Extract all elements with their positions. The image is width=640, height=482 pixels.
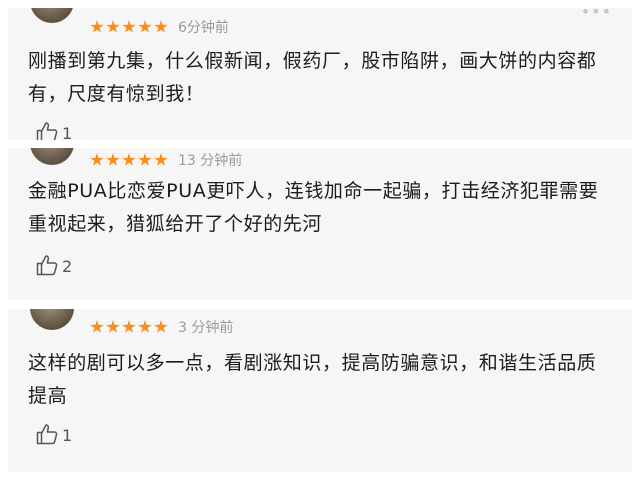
avatar[interactable] — [30, 309, 74, 330]
like-button[interactable]: 1 — [36, 423, 72, 445]
comment-meta: 13 分钟前 — [90, 152, 243, 169]
like-button[interactable]: 1 — [36, 121, 72, 140]
star-icon — [90, 320, 104, 333]
more-icon[interactable]: ••• — [581, 8, 612, 21]
comment-card: ••• 6分钟前 刚播到第九集，什么假新闻，假药厂，股市陷阱，画大饼的内容都有，… — [8, 8, 632, 140]
star-icon — [106, 153, 120, 166]
comment-text: 刚播到第九集，什么假新闻，假药厂，股市陷阱，画大饼的内容都有，尺度有惊到我！ — [28, 50, 597, 105]
star-icon — [154, 20, 168, 33]
star-icon — [90, 153, 104, 166]
star-icon — [122, 20, 136, 33]
comment-text: 这样的剧可以多一点，看剧涨知识，提高防骗意识，和谐生活品质提高 — [28, 352, 597, 407]
like-count: 1 — [62, 426, 73, 445]
thumbs-up-icon[interactable] — [36, 121, 60, 140]
thumbs-up-icon[interactable] — [36, 254, 60, 276]
star-icon — [106, 20, 120, 33]
avatar[interactable] — [30, 8, 74, 23]
like-count: 2 — [62, 257, 73, 276]
comment-time: 3 分钟前 — [178, 320, 234, 336]
comment-card: 13 分钟前 金融PUA比恋爱PUA更吓人，连钱加命一起骗，打击经济犯罪需要重视… — [8, 148, 632, 300]
star-icon — [138, 320, 152, 333]
comment-meta: 3 分钟前 — [90, 319, 234, 336]
like-button[interactable]: 2 — [36, 254, 72, 276]
star-icon — [154, 320, 168, 333]
rating-stars — [90, 320, 170, 334]
comment-card: 3 分钟前 这样的剧可以多一点，看剧涨知识，提高防骗意识，和谐生活品质提高 1 — [8, 309, 632, 472]
rating-stars — [90, 20, 170, 34]
star-icon — [106, 320, 120, 333]
star-icon — [138, 20, 152, 33]
star-icon — [122, 153, 136, 166]
like-count: 1 — [62, 124, 73, 141]
thumbs-up-icon[interactable] — [36, 423, 60, 445]
star-icon — [122, 320, 136, 333]
comment-meta: 6分钟前 — [90, 19, 229, 36]
star-icon — [90, 20, 104, 33]
comment-text: 金融PUA比恋爱PUA更吓人，连钱加命一起骗，打击经济犯罪需要重视起来，猎狐给开… — [28, 180, 599, 235]
star-icon — [154, 153, 168, 166]
star-icon — [138, 153, 152, 166]
avatar[interactable] — [30, 148, 74, 165]
comment-time: 13 分钟前 — [178, 153, 243, 169]
comment-time: 6分钟前 — [178, 20, 229, 36]
rating-stars — [90, 153, 170, 167]
